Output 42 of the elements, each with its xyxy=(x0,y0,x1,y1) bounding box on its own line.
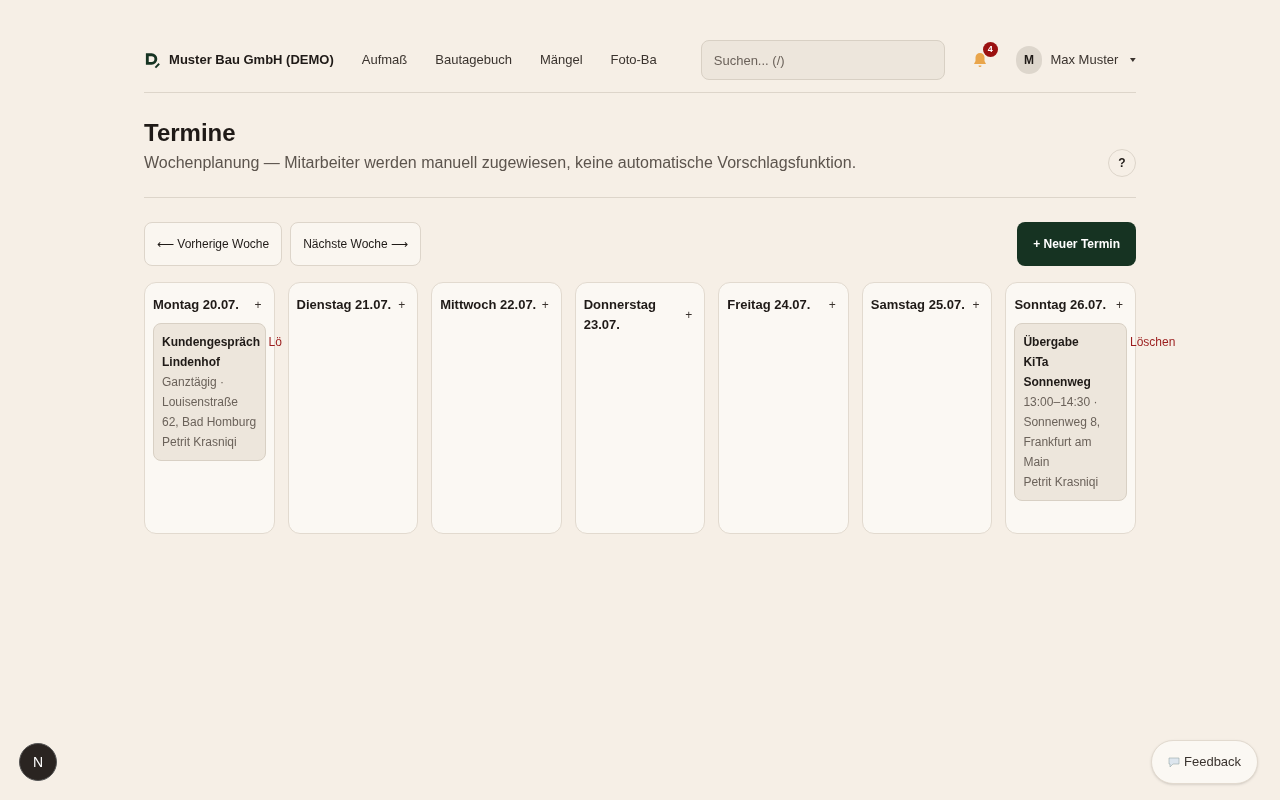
add-button[interactable]: + xyxy=(681,306,697,324)
next-week-button[interactable]: Nächste Woche ⟶ xyxy=(290,222,421,266)
page-title: Termine xyxy=(144,118,237,148)
nav-link[interactable]: Bautagebuch xyxy=(435,50,512,70)
day-label: Samstag 25.07. xyxy=(870,296,965,314)
feedback-button[interactable]: Feedback xyxy=(1151,740,1259,784)
day-label: Dienstag 21.07. xyxy=(296,296,392,314)
new-appointment-button[interactable]: + Neuer Termin xyxy=(1017,222,1136,266)
nav-link[interactable]: Mängel xyxy=(539,50,583,70)
event-title: Übergabe KiTa Sonnenweg xyxy=(1023,334,1091,391)
day-label: Freitag 24.07. xyxy=(727,296,811,314)
bell-icon[interactable] xyxy=(972,52,989,68)
company-name[interactable]: Muster Bau GmbH (DEMO) xyxy=(169,50,334,70)
event-person: Petrit Krasniqi xyxy=(1023,474,1100,491)
add-button[interactable]: + xyxy=(394,296,410,314)
event-person: Petrit Krasniqi xyxy=(162,434,238,451)
nav-link[interactable]: Aufmaß xyxy=(361,50,408,70)
dev-badge[interactable]: N xyxy=(19,743,57,781)
add-button[interactable]: + xyxy=(824,296,840,314)
nav-link[interactable]: Foto-Ba xyxy=(610,50,657,70)
day-label: Mittwoch 22.07. xyxy=(440,296,537,314)
delete-link[interactable]: Lö xyxy=(268,332,282,352)
user-avatar[interactable]: M xyxy=(1015,46,1043,74)
delete-link[interactable]: Löschen xyxy=(1130,332,1176,352)
add-button[interactable]: + xyxy=(1111,296,1127,314)
add-button[interactable]: + xyxy=(968,296,984,314)
notification-badge: 4 xyxy=(982,42,998,57)
add-button[interactable]: + xyxy=(250,296,266,314)
day-label: Sonntag 26.07. xyxy=(1014,296,1107,314)
previous-week-button[interactable]: ⟵ Vorherige Woche xyxy=(144,222,283,266)
logo-icon xyxy=(144,51,162,69)
day-label: Donnerstag 23.07. xyxy=(583,296,657,334)
caret-icon[interactable] xyxy=(1130,58,1136,62)
day-label: Montag 20.07. xyxy=(153,296,239,314)
user-name[interactable]: Max Muster xyxy=(1050,50,1119,70)
event-title: Kundengespräch Lindenhof xyxy=(162,334,260,371)
event-details: Ganztägig · Louisenstraße 62, Bad Homburg xyxy=(162,374,257,431)
search-field[interactable]: Suchen... (/) xyxy=(700,40,946,80)
add-button[interactable]: + xyxy=(537,296,553,314)
event-details: 13:00–14:30 · Sonnenweg 8, Frankfurt am Main xyxy=(1023,394,1102,471)
page-subtitle: Wochenplanung — Mitarbeiter werden manuell zugewiesen, keine automatische Vorschlagsfunktion. xyxy=(144,153,857,173)
speech-bubble-icon xyxy=(1168,756,1180,768)
